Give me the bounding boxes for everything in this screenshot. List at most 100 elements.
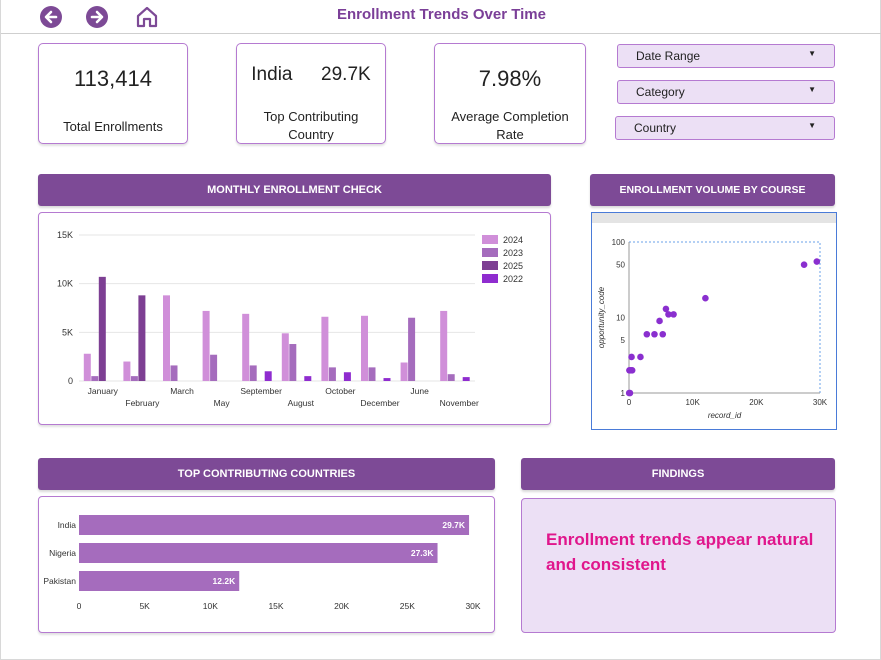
kpi-card-completion-rate: 7.98% Average Completion Rate: [434, 43, 586, 144]
monthly-chart-panel[interactable]: 0 5K 10K 15K January February March May Septembe…: [38, 212, 551, 425]
kpi-country-name: India: [251, 64, 293, 85]
scatter-point: [628, 366, 636, 374]
bar-2024-june: [400, 362, 408, 381]
scatter-point: [659, 330, 667, 338]
page-title: Enrollment Trends Over Time: [337, 6, 546, 23]
y-tick-label: Pakistan: [43, 576, 76, 586]
monthly-enrollment-header: MONTHLY ENROLLMENT CHECK: [38, 174, 551, 206]
y-axis-title: opportunity_code: [597, 286, 606, 348]
bar-2025-february: [138, 295, 146, 381]
findings-panel: Enrollment trends appear natural and con…: [521, 498, 836, 633]
bar-2023-june: [408, 317, 416, 381]
data-label: 27.3K: [411, 548, 435, 558]
y-tick-label: 100: [612, 238, 626, 247]
bar-2024-march: [163, 295, 170, 381]
bar-2023-october: [328, 367, 336, 381]
x-tick-label: August: [288, 398, 315, 408]
y-tick-label: 1: [621, 389, 626, 398]
legend-label-2025: 2025: [503, 261, 523, 271]
kpi-country-value: 29.7K: [321, 64, 371, 85]
category-slicer[interactable]: Category ▼: [617, 80, 835, 104]
kpi-completion-label-2: Rate: [496, 127, 524, 142]
report-page: Enrollment Trends Over Time 113,414 Tota…: [0, 0, 881, 660]
x-tick-label: March: [170, 386, 194, 396]
x-tick-label: 0: [77, 601, 82, 611]
y-tick-label: Nigeria: [49, 548, 76, 558]
x-tick-label: 20K: [334, 601, 349, 611]
y-tick-label: 10K: [57, 279, 73, 289]
bar-2024-february: [123, 361, 131, 381]
kpi-total-label: Total Enrollments: [63, 119, 163, 134]
top-countries-header: TOP CONTRIBUTING COUNTRIES: [38, 458, 495, 490]
bar-2024-october: [321, 316, 329, 381]
volume-by-category-header: ENROLLMENT VOLUME BY COURSE CATEGORY: [590, 174, 835, 228]
x-tick-label: 20K: [749, 398, 764, 407]
bar-2022-november: [462, 377, 470, 381]
kpi-card-top-country: India 29.7K Top Contributing Country: [236, 43, 386, 144]
kpi-country-label-1: Top Contributing: [263, 109, 359, 124]
legend-swatch-2025: [482, 261, 498, 270]
y-tick-label: 5K: [62, 327, 73, 337]
country-slicer[interactable]: Country ▼: [615, 116, 835, 140]
x-tick-label: 10K: [686, 398, 701, 407]
x-tick-label: May: [214, 398, 231, 408]
bar-2024-may: [202, 310, 210, 381]
x-tick-label: December: [360, 398, 399, 408]
y-tick-label: 5: [621, 336, 626, 345]
y-tick-label: 10: [616, 314, 625, 323]
kpi-completion-value: 7.98%: [478, 66, 542, 91]
scatter-point: [800, 261, 808, 269]
bar-india: [79, 515, 470, 535]
legend-label-2022: 2022: [503, 274, 523, 284]
legend-label-2024: 2024: [503, 235, 523, 245]
category-label: Category: [636, 85, 685, 99]
x-axis-title: record_id: [708, 411, 742, 420]
legend-swatch-2023: [482, 248, 498, 257]
legend-label-2023: 2023: [503, 248, 523, 258]
scatter-point: [813, 258, 821, 265]
x-tick-label: October: [325, 386, 355, 396]
bar-2023-september: [249, 365, 257, 381]
plot-area-selection: [628, 241, 821, 394]
scatter-point: [670, 311, 677, 318]
bar-2024-august: [281, 333, 289, 381]
bar-2023-may: [210, 354, 218, 381]
chevron-down-icon: ▼: [808, 121, 816, 130]
top-countries-chart: 0 5K 10K 15K 20K 25K 30K India 29.7K Nigeria 27.3K…: [43, 515, 481, 611]
bar-2023-august: [289, 344, 297, 381]
x-tick-label: 30K: [813, 398, 828, 407]
findings-text: Enrollment trends appear natural and con…: [546, 530, 814, 574]
y-tick-label: 50: [616, 261, 625, 270]
legend-swatch-2022: [482, 274, 498, 283]
bar-2022-december: [383, 378, 391, 381]
x-tick-label: November: [440, 398, 479, 408]
date-range-slicer[interactable]: Date Range ▼: [617, 44, 835, 68]
x-tick-label: 30K: [465, 601, 480, 611]
x-tick-label: January: [88, 386, 119, 396]
scatter-point: [628, 353, 635, 361]
bar-2024-january: [83, 353, 91, 381]
x-tick-label: 0: [627, 398, 632, 407]
countries-chart-panel[interactable]: 0 5K 10K 15K 20K 25K 30K India 29.7K Nigeria 27.3K…: [38, 496, 495, 633]
bar-nigeria: [79, 543, 438, 563]
y-tick-label: 0: [68, 376, 73, 386]
bar-2023-november: [447, 374, 455, 381]
legend-swatch-2024: [482, 235, 498, 244]
bar-2022-september: [264, 371, 272, 381]
enrollment-volume-scatter: 0 10K 20K 30K 1 5 10 50 100 record_id opportunity_…: [597, 238, 828, 420]
scatter-point: [637, 353, 644, 361]
scatter-point: [651, 330, 658, 338]
y-tick-label: India: [58, 520, 77, 530]
bar-2023-march: [170, 365, 178, 381]
data-label: 12.2K: [213, 576, 237, 586]
kpi-country-line: India 29.7K: [237, 64, 385, 86]
bar-2022-august: [304, 376, 312, 381]
kpi-country-label-2: Country: [288, 127, 334, 142]
x-tick-label: 25K: [400, 601, 415, 611]
kpi-completion-label-1: Average Completion: [451, 109, 569, 124]
bar-2024-november: [440, 310, 448, 381]
bar-2025-january: [98, 276, 106, 381]
scatter-chart-panel[interactable]: 0 10K 20K 30K 1 5 10 50 100 record_id opportunity_…: [591, 212, 837, 430]
chevron-down-icon: ▼: [808, 85, 816, 94]
x-tick-label: September: [240, 386, 282, 396]
